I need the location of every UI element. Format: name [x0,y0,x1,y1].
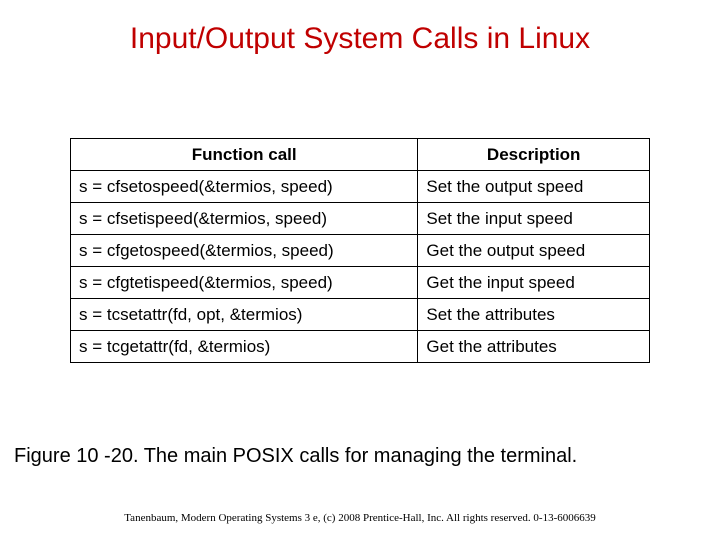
cell-func: s = cfgetospeed(&termios, speed) [71,235,418,267]
table-header-row: Function call Description [71,139,650,171]
table-row: s = tcgetattr(fd, &termios) Get the attr… [71,331,650,363]
syscall-table-wrap: Function call Description s = cfsetospee… [70,138,650,363]
cell-desc: Set the input speed [418,203,650,235]
table-row: s = tcsetattr(fd, opt, &termios) Set the… [71,299,650,331]
cell-desc: Set the output speed [418,171,650,203]
copyright-footer: Tanenbaum, Modern Operating Systems 3 e,… [0,512,720,524]
cell-func: s = tcgetattr(fd, &termios) [71,331,418,363]
col-header-func: Function call [71,139,418,171]
cell-desc: Get the attributes [418,331,650,363]
table-row: s = cfgetospeed(&termios, speed) Get the… [71,235,650,267]
table-row: s = cfgtetispeed(&termios, speed) Get th… [71,267,650,299]
syscall-table: Function call Description s = cfsetospee… [70,138,650,363]
figure-caption: Figure 10 -20. The main POSIX calls for … [0,445,720,468]
cell-desc: Get the output speed [418,235,650,267]
table-row: s = cfsetispeed(&termios, speed) Set the… [71,203,650,235]
cell-func: s = cfsetospeed(&termios, speed) [71,171,418,203]
cell-func: s = cfgtetispeed(&termios, speed) [71,267,418,299]
cell-desc: Get the input speed [418,267,650,299]
col-header-desc: Description [418,139,650,171]
cell-func: s = tcsetattr(fd, opt, &termios) [71,299,418,331]
page-title: Input/Output System Calls in Linux [0,22,720,56]
table-row: s = cfsetospeed(&termios, speed) Set the… [71,171,650,203]
slide: Input/Output System Calls in Linux Funct… [0,0,720,540]
cell-desc: Set the attributes [418,299,650,331]
cell-func: s = cfsetispeed(&termios, speed) [71,203,418,235]
